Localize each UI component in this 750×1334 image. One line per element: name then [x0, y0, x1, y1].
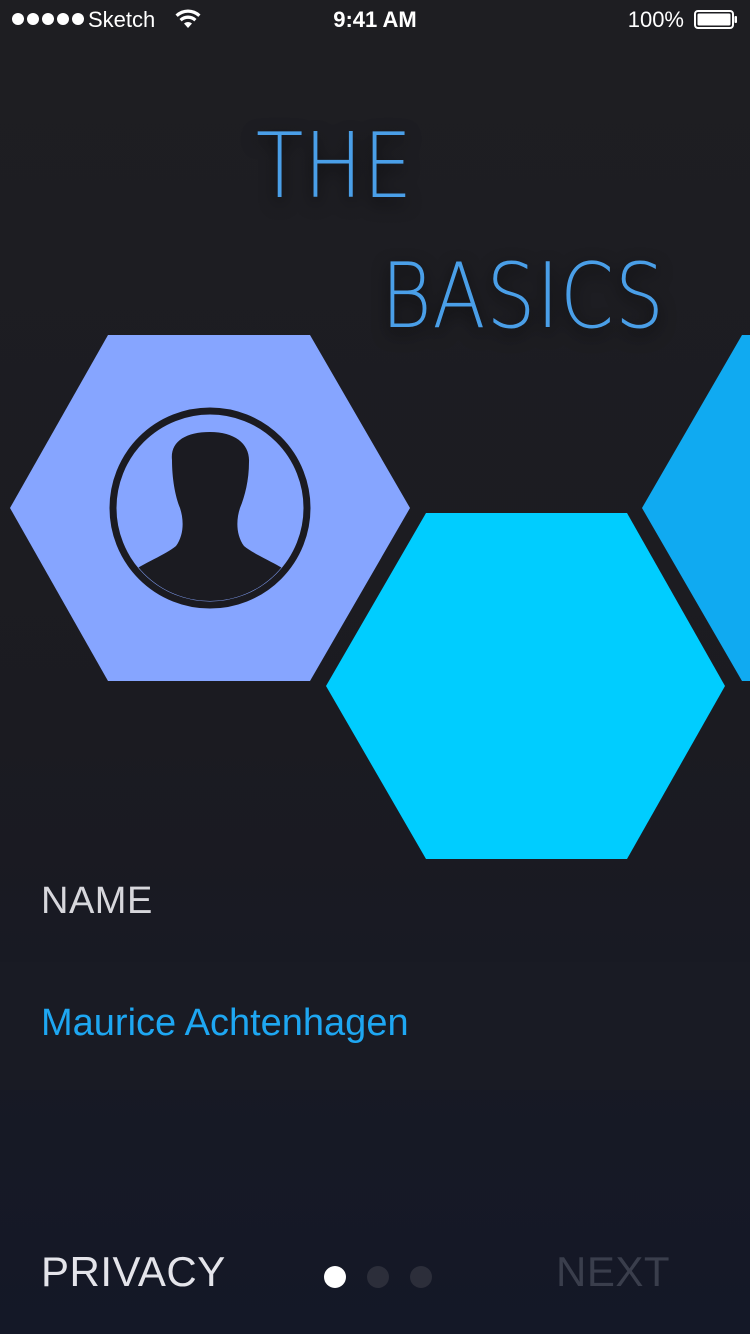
hexagon-carousel: [10, 335, 750, 859]
name-label: NAME: [41, 880, 153, 922]
hex-item-center[interactable]: [326, 513, 725, 859]
page-dot-1[interactable]: [324, 1266, 346, 1288]
privacy-button[interactable]: PRIVACY: [41, 1248, 226, 1296]
page-dot-3[interactable]: [410, 1266, 432, 1288]
page-indicator[interactable]: [324, 1266, 432, 1288]
hex-item-profile[interactable]: [10, 335, 410, 681]
basics-screen: Sketch 9:41 AM 100% THE BASICS NAME Maur…: [0, 0, 750, 1334]
next-button[interactable]: NEXT: [556, 1248, 670, 1296]
page-dot-2[interactable]: [367, 1266, 389, 1288]
name-field-row: Maurice Achtenhagen: [0, 962, 750, 1090]
name-input[interactable]: Maurice Achtenhagen: [41, 1002, 701, 1045]
